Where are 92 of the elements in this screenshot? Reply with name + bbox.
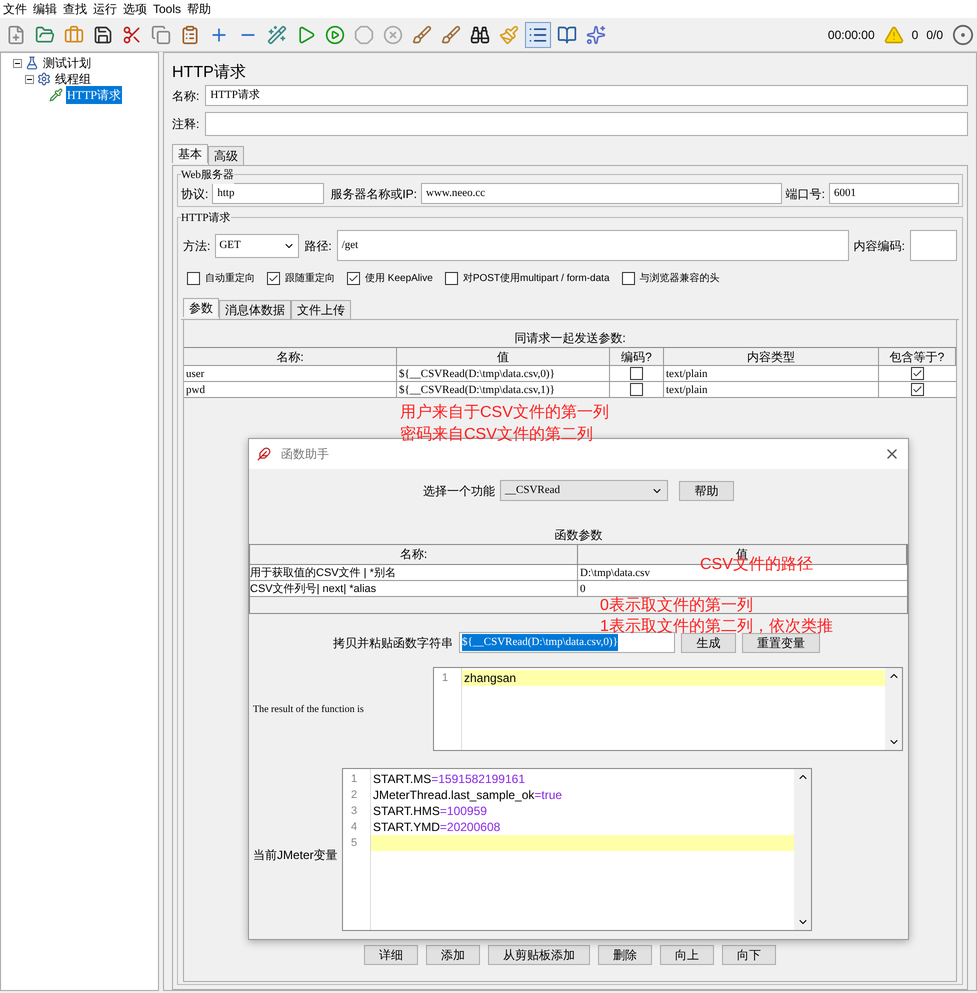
tab[interactable]: 参数	[183, 298, 219, 317]
feather-icon	[257, 447, 271, 461]
field-label: 协议:	[181, 186, 208, 202]
code-line: START.YMD=20200608	[372, 819, 502, 835]
line-number: 3	[350, 804, 358, 819]
button[interactable]: 生成	[681, 632, 736, 652]
timer: 00:00:00	[828, 26, 875, 44]
gear-icon	[37, 72, 51, 86]
button[interactable]: 重置变量	[742, 632, 820, 652]
tree-item[interactable]: HTTP请求	[66, 86, 122, 104]
field-label: 当前JMeter变量	[253, 846, 338, 864]
menu-item[interactable]: Tools	[150, 0, 184, 18]
field-label: 服务器名称或IP:	[330, 186, 418, 202]
field-label: 端口号:	[786, 186, 825, 202]
field-label: 注释:	[172, 116, 200, 133]
code-line: JMeterThread.last_sample_ok=true	[372, 787, 564, 803]
button[interactable]: 从剪贴板添加	[488, 945, 590, 965]
text-field[interactable]: HTTP请求	[205, 85, 968, 106]
text-field[interactable]: 6001	[829, 183, 959, 204]
annotation-text: 密码来自CSV文件的第二列	[400, 425, 593, 445]
thread-count: 0/0	[926, 26, 943, 44]
checkbox-label: 与浏览器兼容的头	[640, 272, 720, 286]
button[interactable]: 添加	[426, 945, 480, 965]
function-string-field[interactable]: ${__CSVRead(D:\tmp\data.csv,0)}	[459, 632, 675, 653]
checkbox[interactable]	[444, 272, 458, 285]
panel-title: HTTP请求	[172, 62, 247, 83]
menu-item[interactable]: 编辑	[30, 0, 60, 18]
function-dropdown[interactable]: __CSVRead	[500, 480, 668, 501]
encoding-field[interactable]	[910, 230, 957, 261]
field-label: 选择一个功能	[423, 482, 495, 500]
button[interactable]: 详细	[364, 945, 418, 965]
table-title: 同请求一起发送参数:	[513, 330, 627, 347]
checkbox-label: 使用 KeepAlive	[365, 272, 433, 286]
scrollbar[interactable]	[794, 769, 811, 930]
comment-field[interactable]	[205, 112, 968, 136]
checkbox-label: 自动重定向	[205, 272, 255, 286]
checkbox[interactable]	[267, 272, 280, 285]
list-icon[interactable]	[525, 22, 551, 48]
checkbox[interactable]	[622, 272, 635, 285]
dialog-title: 函数助手	[281, 446, 330, 463]
checkbox[interactable]	[347, 272, 360, 285]
field-label: 方法:	[183, 238, 210, 254]
line-number: 4	[350, 820, 358, 835]
table-cell: CSV文件列号| next| *alias	[250, 581, 578, 597]
button[interactable]: 向上	[660, 945, 714, 965]
warning-count: 0	[912, 26, 918, 44]
menu-item[interactable]: 帮助	[184, 0, 214, 18]
table-cell: text/plain	[664, 382, 879, 398]
field-label: 路径:	[304, 238, 332, 254]
scrollbar[interactable]	[885, 668, 902, 750]
tree-item[interactable]: 测试计划	[42, 54, 92, 72]
group-title: Web服务器	[181, 167, 234, 184]
method-dropdown[interactable]: GET	[215, 234, 300, 258]
status-indicator-icon	[952, 24, 974, 46]
field-label: 拷贝并粘贴函数字符串	[333, 634, 453, 652]
table-cell: ${__CSVRead(D:\tmp\data.csv,1)}	[397, 382, 610, 398]
flask-icon	[25, 56, 39, 70]
field-label: The result of the function is	[253, 702, 365, 716]
tab[interactable]: 基本	[172, 144, 208, 163]
menu-item[interactable]: 运行	[90, 0, 120, 18]
line-number: 1	[441, 671, 450, 686]
annotation-text: 0表示取文件的第一列	[600, 596, 753, 616]
tab[interactable]: 文件上传	[291, 300, 351, 319]
field-label: 内容编码:	[854, 238, 905, 254]
text-field[interactable]: http	[212, 183, 324, 204]
annotation-text: 用户来自于CSV文件的第一列	[400, 403, 609, 423]
line-number: 2	[350, 788, 358, 803]
tab[interactable]: 消息体数据	[219, 300, 291, 319]
checkbox-label: 跟随重定向	[285, 272, 335, 286]
menu-item[interactable]: 查找	[60, 0, 90, 18]
line-number: 5	[350, 836, 358, 851]
collapse-toggle[interactable]	[13, 58, 22, 68]
pipette-icon	[49, 88, 63, 102]
table-cell: pwd	[184, 382, 397, 398]
text-field[interactable]: www.neeo.cc	[421, 183, 782, 204]
tab[interactable]: 高级	[208, 146, 244, 165]
button[interactable]: 删除	[598, 945, 652, 965]
menu-item[interactable]: 选项	[120, 0, 150, 18]
checkbox-label: 对POST使用multipart / form-data	[462, 272, 610, 286]
button[interactable]: 向下	[722, 945, 776, 965]
path-field[interactable]: /get	[336, 230, 849, 261]
collapse-toggle[interactable]	[25, 74, 34, 84]
menu-item[interactable]: 文件	[0, 0, 30, 18]
code-line: START.MS=1591582199161	[372, 771, 526, 787]
table-cell: 0	[578, 581, 907, 597]
table-title: 函数参数	[554, 527, 604, 544]
line-number: 1	[350, 772, 358, 787]
field-label: 名称:	[172, 88, 200, 104]
checkbox[interactable]	[187, 272, 200, 285]
button[interactable]: 帮助	[679, 480, 734, 500]
code-line: START.HMS=100959	[372, 803, 488, 819]
tree-item[interactable]: 线程组	[54, 70, 92, 88]
